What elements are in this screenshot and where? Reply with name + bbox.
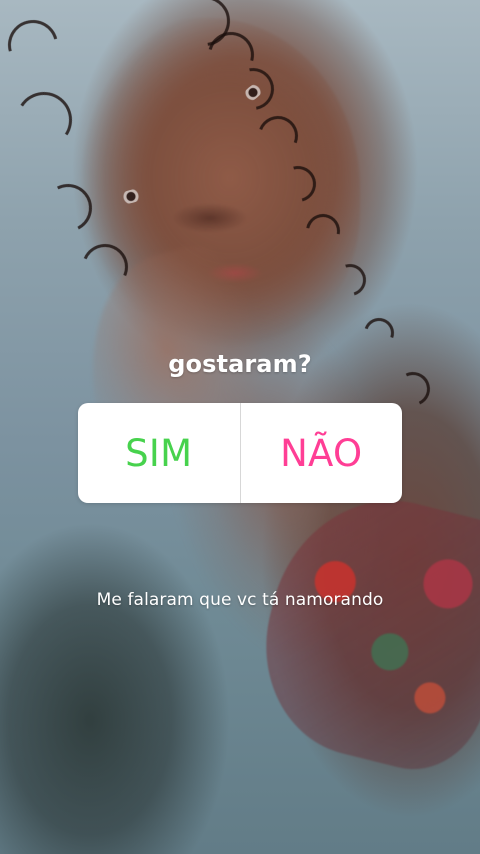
hair-curl <box>223 59 283 119</box>
story-caption: Me falaram que vc tá namorando <box>96 590 384 610</box>
hair-curl <box>358 312 400 354</box>
face-area <box>60 18 360 358</box>
eye <box>236 77 270 108</box>
poll-card: SIM NÃO <box>78 403 402 503</box>
poll-question: gostaram? <box>168 350 312 378</box>
hair-curl <box>10 86 78 154</box>
hair-curl <box>37 177 99 239</box>
hair-curl <box>0 10 68 80</box>
hair-curl <box>299 207 347 255</box>
patterned-clothing <box>241 476 480 784</box>
hair-curl <box>328 258 372 302</box>
hair-curl <box>75 237 135 297</box>
poll-option-sim[interactable]: SIM <box>78 403 240 503</box>
eye <box>113 186 149 207</box>
poll-option-nao[interactable]: NÃO <box>241 403 403 503</box>
hair-curl <box>273 159 323 209</box>
hair-curl <box>199 23 263 87</box>
hair-curl <box>251 109 305 163</box>
hair-curl <box>169 0 241 57</box>
story-screen: gostaram? SIM NÃO Me falaram que vc tá n… <box>0 0 480 854</box>
